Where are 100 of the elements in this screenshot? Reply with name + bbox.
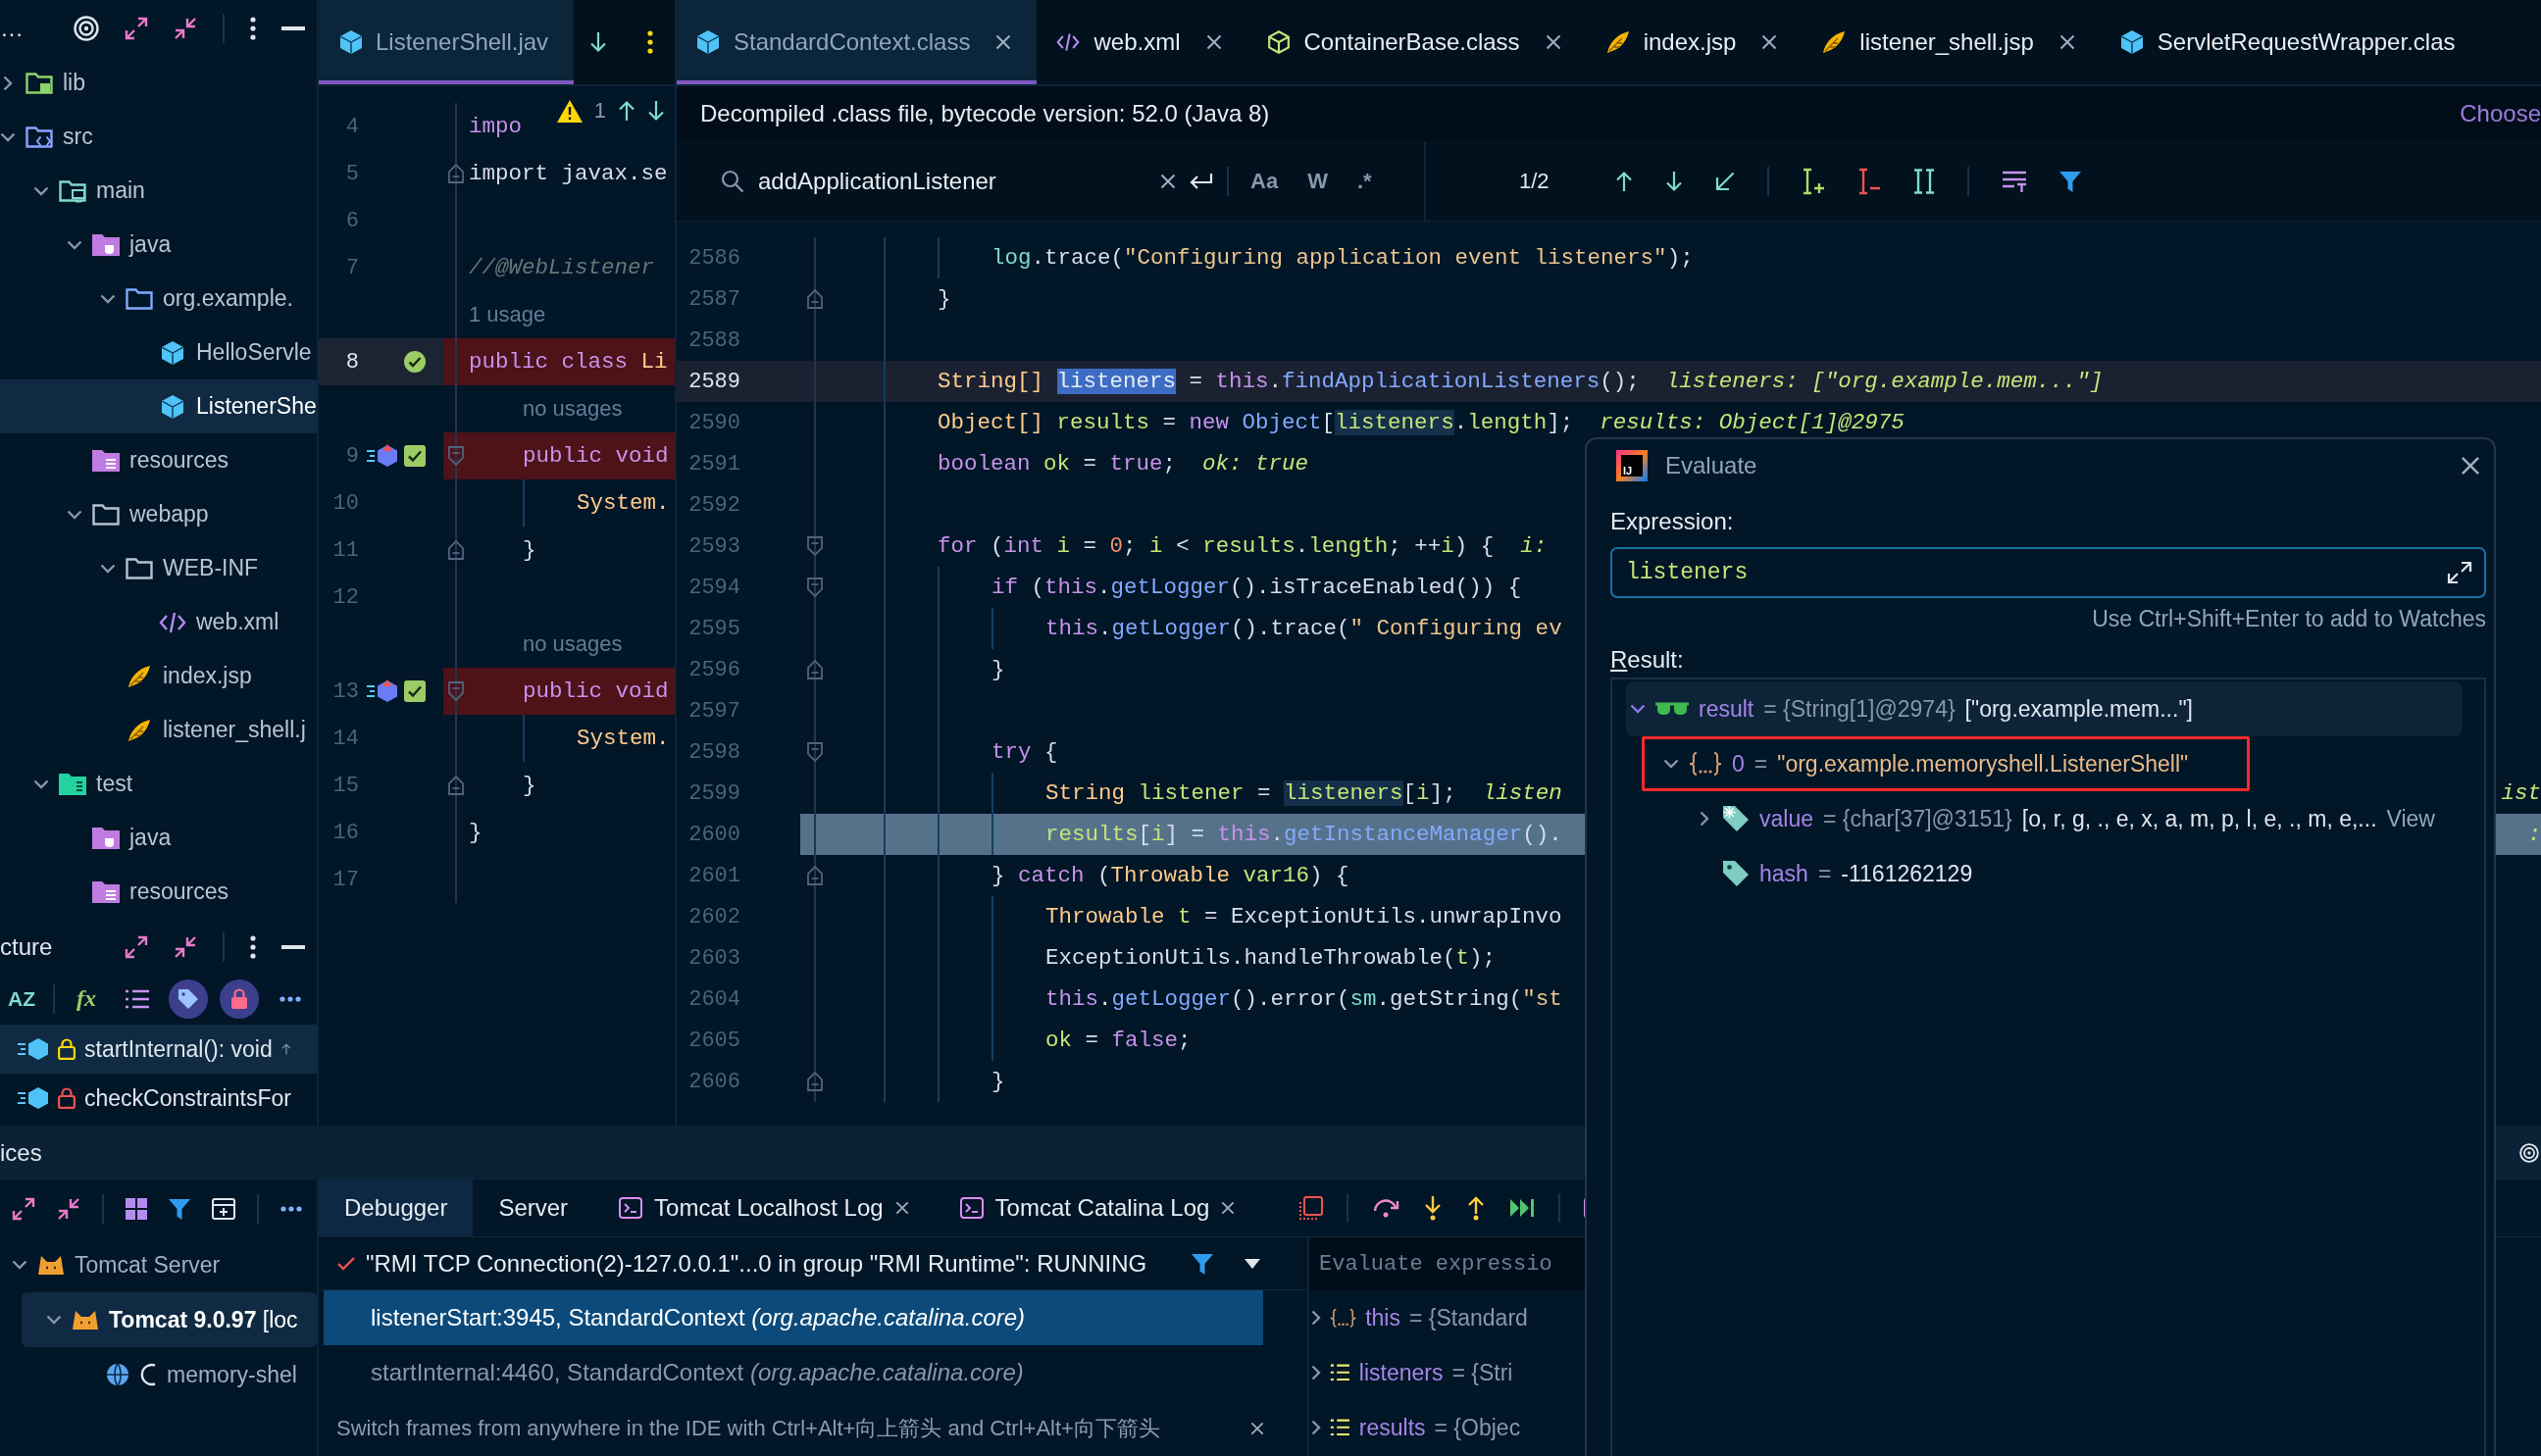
- chevron-down-icon[interactable]: [1663, 759, 1679, 769]
- multi-caret-icon[interactable]: [1912, 168, 1935, 194]
- target-icon[interactable]: [2519, 1142, 2539, 1163]
- tree-item[interactable]: main: [33, 164, 145, 218]
- editor-tab[interactable]: web.xml: [1037, 0, 1247, 84]
- new-tab-icon[interactable]: [212, 1197, 235, 1220]
- close-icon[interactable]: [2461, 456, 2480, 476]
- collapse-icon[interactable]: [174, 935, 197, 959]
- chevron-down-icon[interactable]: [12, 1260, 27, 1270]
- diagonal-arrow-icon[interactable]: [1714, 171, 1735, 191]
- structure-item[interactable]: checkConstraintsFor: [18, 1074, 291, 1123]
- clear-icon[interactable]: [1160, 173, 1176, 189]
- search-field[interactable]: addApplicationListener: [758, 167, 1146, 195]
- warning-icon[interactable]: [556, 99, 583, 123]
- stack-frame[interactable]: listenerStart:3945, StandardContext (org.apache.catalina.core): [324, 1290, 1263, 1345]
- tool-tab[interactable]: Tomcat Localhost Log: [593, 1180, 935, 1236]
- warning-count[interactable]: 1: [593, 98, 606, 124]
- fold-end-icon[interactable]: [448, 164, 464, 183]
- tree-item[interactable]: resources: [67, 433, 229, 487]
- structure-item[interactable]: startInternal(): void: [0, 1025, 317, 1074]
- choose-link[interactable]: Choose: [2460, 100, 2541, 127]
- tree-item[interactable]: src: [0, 110, 93, 164]
- fold-end-icon[interactable]: [448, 540, 464, 560]
- close-icon[interactable]: [1205, 34, 1222, 50]
- checkbox-icon[interactable]: [404, 680, 426, 702]
- up-arrow-icon[interactable]: [1614, 170, 1633, 192]
- tree-item[interactable]: java: [67, 218, 172, 272]
- editor-tab[interactable]: listener_shell.jsp: [1803, 0, 2101, 84]
- search-icon[interactable]: [721, 169, 744, 193]
- filter-icon[interactable]: [2058, 170, 2081, 192]
- editor-tab[interactable]: ContainerBase.class: [1246, 0, 1587, 84]
- dropdown-caret-icon[interactable]: [1245, 1258, 1260, 1269]
- chevron-down-icon[interactable]: [100, 293, 116, 304]
- more-options-icon[interactable]: [250, 16, 256, 40]
- down-arrow-icon[interactable]: [589, 31, 608, 53]
- functions-button[interactable]: fx: [67, 979, 106, 1019]
- chevron-down-icon[interactable]: [1630, 704, 1646, 714]
- more-options-icon[interactable]: [647, 30, 654, 54]
- tree-item[interactable]: lib: [0, 56, 85, 110]
- step-over-icon[interactable]: [1372, 1198, 1400, 1218]
- down-arrow-icon[interactable]: [647, 100, 665, 122]
- collapse-icon[interactable]: [174, 16, 197, 40]
- view-link[interactable]: View: [2386, 805, 2435, 832]
- target-icon[interactable]: [74, 15, 99, 41]
- expand-icon[interactable]: [125, 935, 148, 959]
- tool-tab[interactable]: Tomcat Catalina Log: [934, 1180, 1261, 1236]
- close-icon[interactable]: [2058, 34, 2075, 50]
- fold-end-icon[interactable]: [807, 866, 823, 885]
- minimize-icon[interactable]: [281, 25, 305, 30]
- editor-tab[interactable]: ListenerShell.jav: [319, 0, 575, 84]
- service-item[interactable]: Tomcat 9.0.97 [loc: [22, 1292, 317, 1347]
- close-icon[interactable]: [1545, 34, 1561, 50]
- chevron-right-icon[interactable]: [1311, 1420, 1321, 1435]
- chevron-down-icon[interactable]: [100, 563, 116, 574]
- fold-end-icon[interactable]: [807, 289, 823, 309]
- tree-item[interactable]: HelloServle: [133, 326, 312, 379]
- usage-hint[interactable]: no usages: [523, 396, 623, 422]
- service-item[interactable]: memory-shel: [80, 1347, 297, 1402]
- result-node[interactable]: value = {char[37]@3151} [o, r, g, ., e, x, a, m, p, l, e, ., m, e,... View: [1697, 791, 2435, 846]
- tag-filter-button[interactable]: [169, 979, 208, 1019]
- tree-item[interactable]: index.jsp: [100, 649, 252, 703]
- chevron-right-icon[interactable]: [1700, 811, 1709, 827]
- tree-item[interactable]: java: [67, 811, 172, 865]
- result-node[interactable]: 0 = "org.example.memoryshell.ListenerShell": [1642, 736, 2251, 791]
- chevron-down-icon[interactable]: [33, 778, 49, 789]
- chevron-down-icon[interactable]: [46, 1315, 62, 1325]
- editor-tab[interactable]: ServletRequestWrapper.clas: [2100, 0, 2481, 84]
- tree-item[interactable]: org.example.: [100, 272, 293, 326]
- variable-node[interactable]: listeners = {Stri: [1311, 1359, 1513, 1386]
- usage-hint[interactable]: no usages: [523, 631, 623, 657]
- result-node[interactable]: result = {String[1]@2974} ["org.example.mem..."]: [1626, 681, 2463, 736]
- resume-icon[interactable]: [1509, 1198, 1536, 1218]
- tool-tab[interactable]: Debugger: [319, 1180, 474, 1236]
- variable-node[interactable]: results = {Objec: [1311, 1414, 1521, 1441]
- stack-frame[interactable]: startInternal:4460, StandardContext (org.apache.catalina.core): [371, 1345, 1024, 1400]
- fold-end-icon[interactable]: [448, 776, 464, 795]
- close-icon[interactable]: [1221, 1201, 1236, 1215]
- tree-item[interactable]: ListenerShe: [0, 379, 317, 433]
- expand-icon[interactable]: [125, 16, 148, 40]
- search-option-button[interactable]: W: [1299, 163, 1336, 199]
- tree-item[interactable]: test: [33, 757, 133, 811]
- close-icon[interactable]: [894, 1201, 909, 1215]
- service-item[interactable]: Tomcat Server: [12, 1237, 221, 1292]
- chevron-down-icon[interactable]: [67, 239, 82, 250]
- dashed-square-icon[interactable]: [1299, 1196, 1324, 1220]
- close-icon[interactable]: [995, 34, 1012, 50]
- editor-tab[interactable]: StandardContext.class: [677, 0, 1038, 84]
- close-icon[interactable]: [1761, 34, 1778, 50]
- tree-item[interactable]: listener_shell.j: [100, 703, 306, 757]
- more-options-icon[interactable]: [250, 935, 256, 959]
- enter-icon[interactable]: [1190, 172, 1213, 190]
- fold-end-icon[interactable]: [807, 660, 823, 679]
- method-breakpoint-icon[interactable]: [367, 444, 398, 468]
- editor-tab[interactable]: index.jsp: [1586, 0, 1804, 84]
- up-arrow-icon[interactable]: [618, 100, 635, 122]
- filter-icon[interactable]: [1192, 1252, 1213, 1275]
- search-option-button[interactable]: Aa: [1243, 163, 1287, 199]
- expression-field[interactable]: Evaluate expressio: [1309, 1237, 1585, 1290]
- search-option-button[interactable]: .*: [1348, 163, 1380, 199]
- sort-button[interactable]: AZ: [2, 979, 41, 1019]
